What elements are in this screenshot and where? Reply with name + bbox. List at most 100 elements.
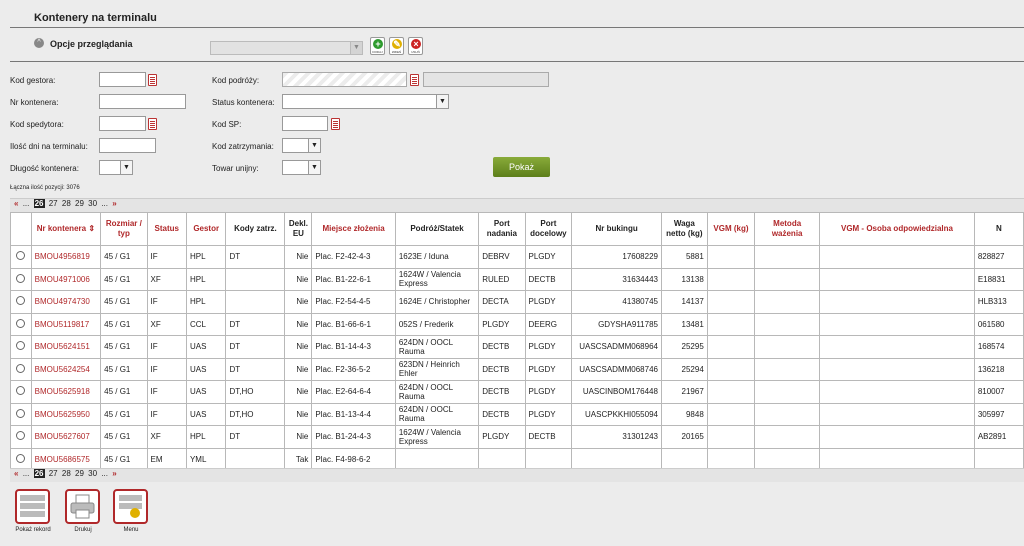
container-number-cell[interactable]: BMOU5624254 [30,357,102,381]
view-select[interactable]: ▼ [210,41,363,55]
pager-page[interactable]: 29 [75,469,84,478]
pager-ellipsis[interactable]: ... [101,469,108,478]
towar-unijny-select[interactable]: ▼ [282,160,321,175]
kod-sp-input[interactable] [282,116,328,131]
column-header[interactable]: VGM (kg) [706,212,756,246]
column-header[interactable]: Nr kontenera ⇕ [30,212,102,246]
table-header-row: Nr kontenera ⇕ Rozmiar / typ Status Gest… [10,212,1024,246]
row-select-cell[interactable] [10,267,32,291]
row-select-cell[interactable] [10,357,32,381]
row-select-cell[interactable] [10,425,32,449]
table-row[interactable]: BMOU5624151 45 / G1 IF UAS DT Nie Plac. B1-14-… [10,335,1024,359]
row-select-cell[interactable] [10,290,32,314]
row-radio[interactable] [16,386,26,396]
pager-ellipsis[interactable]: ... [101,199,108,208]
table-cell: DEBRV [478,245,526,269]
table-cell: XF [146,312,187,336]
row-select-cell[interactable] [10,312,32,336]
pager-page[interactable]: 30 [88,469,97,478]
column-header[interactable]: Miejsce złożenia [311,212,396,246]
container-number-cell[interactable]: BMOU5624151 [30,335,102,359]
menu-button[interactable] [113,489,148,524]
table-cell [819,267,975,291]
table-row[interactable]: BMOU5624254 45 / G1 IF UAS DT Nie Plac. F2-36-… [10,357,1024,381]
pager-page[interactable]: 27 [49,469,58,478]
table-cell: UASCSADMM068746 [571,357,662,381]
row-select-cell[interactable] [10,335,32,359]
table-row[interactable]: BMOU5627607 45 / G1 XF HPL DT Nie Plac. B1-24-… [10,425,1024,449]
row-radio[interactable] [16,341,26,351]
table-row[interactable]: BMOU4971006 45 / G1 XF HPL Nie Plac. B1-22-6-… [10,267,1024,291]
kod-spedytora-input[interactable] [99,116,146,131]
row-radio[interactable] [16,318,26,328]
row-radio[interactable] [16,273,26,283]
column-header[interactable]: Status [146,212,187,246]
table-row[interactable]: BMOU5625918 45 / G1 IF UAS DT,HO Nie Plac. E2-… [10,380,1024,404]
column-header: Dekl. EU [284,212,313,246]
container-number-cell[interactable]: BMOU5119817 [30,312,102,336]
kod-gestora-input[interactable] [99,72,146,87]
container-number-cell[interactable]: BMOU4971006 [30,267,102,291]
row-radio[interactable] [16,251,26,261]
calendar-icon[interactable] [148,74,157,86]
pager-page[interactable]: 30 [88,199,97,208]
column-header[interactable]: Rozmiar / typ [100,212,148,246]
ilosc-dni-input[interactable] [99,138,156,153]
status-select[interactable]: ▼ [282,94,449,109]
nr-kontenera-input[interactable] [99,94,186,109]
edit-button[interactable]: ✎ ZMIEŃ [389,37,404,55]
column-header[interactable]: Metoda ważenia [754,212,821,246]
pager-page[interactable]: 27 [49,199,58,208]
pager-ellipsis[interactable]: ... [23,469,30,478]
column-header[interactable]: VGM - Osoba odpowiedzialna [819,212,975,246]
next-page-icon[interactable]: » [112,469,116,478]
kod-podrozy-input[interactable] [282,72,407,87]
next-page-icon[interactable]: » [112,199,116,208]
container-number-cell[interactable]: BMOU5627607 [30,425,102,449]
calendar-icon[interactable] [410,74,419,86]
label-nr-kontenera: Nr kontenera: [10,98,59,107]
container-number-cell[interactable]: BMOU5625918 [30,380,102,404]
calendar-icon[interactable] [331,118,340,130]
add-button[interactable]: + DODAJ [370,37,385,55]
table-row[interactable]: BMOU5625950 45 / G1 IF UAS DT,HO Nie Plac. B1-… [10,402,1024,426]
table-cell [754,335,821,359]
calendar-icon[interactable] [148,118,157,130]
show-button[interactable]: Pokaż [493,157,550,177]
collapse-icon[interactable]: ^ [34,38,44,48]
prev-page-icon[interactable]: « [14,199,18,208]
table-row[interactable]: BMOU5119817 45 / G1 XF CCL DT Nie Plac. B1-66-… [10,312,1024,336]
table-cell: PLGDY [524,290,573,314]
row-radio[interactable] [16,363,26,373]
table-cell: HPL [185,267,227,291]
table-cell: 061580 [973,312,1024,336]
container-number-cell[interactable]: BMOU4974730 [30,290,102,314]
pager-page[interactable]: 28 [62,199,71,208]
print-button[interactable] [65,489,100,524]
table-row[interactable]: BMOU4974730 45 / G1 IF HPL Nie Plac. F2-54-4-… [10,290,1024,314]
table-row[interactable]: BMOU4956819 45 / G1 IF HPL DT Nie Plac. F2-42-… [10,245,1024,269]
table-cell: Nie [284,335,313,359]
column-header[interactable]: Gestor [185,212,227,246]
table-cell: Plac. E2-64-6-4 [311,380,396,404]
row-select-cell[interactable] [10,245,32,269]
view-options-label[interactable]: Opcje przeglądania [50,39,133,49]
kod-zatrzymania-select[interactable]: ▼ [282,138,321,153]
row-radio[interactable] [16,408,26,418]
container-number-cell[interactable]: BMOU4956819 [30,245,102,269]
dlugosc-select[interactable]: ▼ [99,160,133,175]
row-radio[interactable] [16,453,26,463]
row-radio[interactable] [16,296,26,306]
show-record-button[interactable] [15,489,50,524]
row-radio[interactable] [16,431,26,441]
row-select-cell[interactable] [10,402,32,426]
prev-page-icon[interactable]: « [14,469,18,478]
delete-button[interactable]: × USUŃ [408,37,423,55]
pager-page[interactable]: 28 [62,469,71,478]
records-icon [20,495,45,517]
table-cell [706,290,756,314]
pager-ellipsis[interactable]: ... [23,199,30,208]
container-number-cell[interactable]: BMOU5625950 [30,402,102,426]
row-select-cell[interactable] [10,380,32,404]
pager-page[interactable]: 29 [75,199,84,208]
